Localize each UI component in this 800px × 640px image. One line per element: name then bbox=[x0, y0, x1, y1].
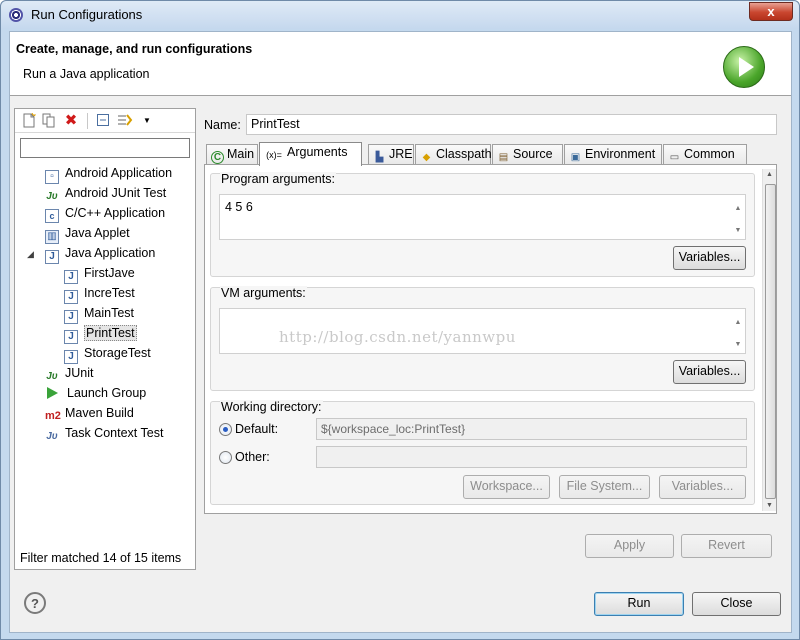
scrollbar-thumb[interactable] bbox=[765, 184, 776, 499]
name-label: Name: bbox=[204, 118, 241, 132]
maven-icon: m2 bbox=[45, 410, 61, 422]
help-icon[interactable]: ? bbox=[24, 592, 46, 614]
scroll-up-icon[interactable]: ▲ bbox=[766, 171, 773, 178]
eclipse-icon bbox=[9, 8, 23, 22]
tab-classpath[interactable]: ◆ Classpath bbox=[415, 144, 492, 165]
window-close-button[interactable]: x bbox=[749, 2, 793, 21]
dialog-header-title: Create, manage, and run configurations bbox=[16, 42, 253, 56]
other-directory-input[interactable] bbox=[316, 446, 747, 468]
tree-item-java-application[interactable]: ◢ J Java Application bbox=[27, 243, 155, 264]
program-arguments-title: Program arguments: bbox=[220, 172, 336, 186]
java-app-icon: J bbox=[45, 250, 59, 264]
configuration-toolbar: ✖ ▼ bbox=[15, 109, 195, 133]
classpath-tab-icon: ◆ bbox=[422, 152, 431, 163]
program-arguments-group: Program arguments: 4 5 6 ▲ ▼ Variables... bbox=[210, 172, 755, 277]
run-button[interactable]: Run bbox=[594, 592, 684, 616]
java-file-icon: J bbox=[64, 330, 78, 344]
scroll-down-icon[interactable]: ▼ bbox=[766, 502, 773, 509]
java-file-icon: J bbox=[64, 310, 78, 324]
tree-item-storagetest[interactable]: J StorageTest bbox=[64, 343, 151, 364]
jre-tab-icon: ▙ bbox=[375, 152, 384, 163]
common-tab-icon: ▭ bbox=[669, 152, 680, 163]
file-system-button[interactable]: File System... bbox=[559, 475, 650, 499]
arguments-tab-content: Program arguments: 4 5 6 ▲ ▼ Variables...… bbox=[204, 164, 777, 514]
applet-icon: ▥ bbox=[45, 230, 59, 244]
filter-input[interactable] bbox=[20, 138, 190, 158]
tab-main[interactable]: C Main bbox=[206, 144, 258, 165]
dialog-body: Create, manage, and run configurations R… bbox=[9, 31, 792, 633]
tree-item-junit[interactable]: Jυ JUnit bbox=[45, 363, 93, 383]
view-menu-chevron-down-icon[interactable]: ▼ bbox=[139, 113, 155, 129]
textarea-scroll-arrows-icon[interactable]: ▲ ▼ bbox=[733, 198, 743, 242]
delete-icon[interactable]: ✖ bbox=[63, 113, 79, 129]
tree-item-android-application[interactable]: ▫ Android Application bbox=[45, 163, 172, 184]
tab-common[interactable]: ▭ Common bbox=[663, 144, 747, 165]
android-app-icon: ▫ bbox=[45, 170, 59, 184]
tree-item-incretest[interactable]: J IncreTest bbox=[64, 283, 135, 304]
workspace-button[interactable]: Workspace... bbox=[463, 475, 550, 499]
textarea-scroll-arrows-icon[interactable]: ▲ ▼ bbox=[733, 312, 743, 356]
task-test-icon: Jυ bbox=[46, 431, 58, 442]
vm-arguments-title: VM arguments: bbox=[220, 286, 307, 300]
tree-item-maintest[interactable]: J MainTest bbox=[64, 303, 134, 324]
expanded-triangle-icon[interactable]: ◢ bbox=[27, 244, 39, 264]
filter-status-text: Filter matched 14 of 15 items bbox=[20, 551, 182, 565]
tab-source[interactable]: ▤ Source bbox=[492, 144, 563, 165]
tree-item-c-application[interactable]: c C/C++ Application bbox=[45, 203, 165, 223]
c-app-icon: c bbox=[45, 209, 59, 223]
other-radio[interactable] bbox=[219, 451, 232, 464]
toolbar-separator bbox=[87, 113, 88, 129]
dialog-header: Create, manage, and run configurations R… bbox=[10, 32, 791, 96]
default-radio[interactable] bbox=[219, 423, 232, 436]
run-configurations-window: Run Configurations x Create, manage, and… bbox=[0, 0, 800, 640]
tab-arguments[interactable]: (x)= Arguments bbox=[259, 142, 362, 166]
main-tab-icon: C bbox=[211, 151, 224, 164]
tab-content-scrollbar[interactable]: ▲ ▼ bbox=[762, 169, 776, 511]
tree-item-maven-build[interactable]: m2 Maven Build bbox=[45, 403, 134, 423]
window-title: Run Configurations bbox=[31, 7, 143, 22]
other-radio-label: Other: bbox=[235, 450, 270, 464]
tree-item-task-context-test[interactable]: Jυ Task Context Test bbox=[45, 423, 163, 443]
tab-environment[interactable]: ▣ Environment bbox=[564, 144, 662, 165]
tree-item-firstjave[interactable]: J FirstJave bbox=[64, 263, 135, 284]
run-icon bbox=[723, 46, 765, 88]
java-file-icon: J bbox=[64, 290, 78, 304]
filter-icon[interactable] bbox=[117, 113, 133, 129]
watermark-text: http://blog.csdn.net/yannwpu bbox=[279, 328, 516, 346]
duplicate-icon[interactable] bbox=[41, 113, 57, 129]
new-config-icon[interactable] bbox=[21, 112, 37, 129]
configuration-list-panel: ✖ ▼ ▫ Android Application Jυ Android JUnit… bbox=[14, 108, 196, 570]
working-directory-title: Working directory: bbox=[220, 400, 323, 414]
program-arguments-input[interactable]: 4 5 6 ▲ ▼ bbox=[219, 194, 746, 240]
source-tab-icon: ▤ bbox=[498, 152, 509, 163]
tab-jre[interactable]: ▙ JRE bbox=[368, 144, 414, 165]
close-button[interactable]: Close bbox=[692, 592, 781, 616]
program-arguments-variables-button[interactable]: Variables... bbox=[673, 246, 746, 270]
collapse-all-icon[interactable] bbox=[95, 113, 111, 129]
tree-item-printtest[interactable]: J PrintTest bbox=[64, 323, 137, 344]
vm-arguments-variables-button[interactable]: Variables... bbox=[673, 360, 746, 384]
arguments-tab-icon: (x)= bbox=[266, 150, 282, 160]
working-directory-variables-button[interactable]: Variables... bbox=[659, 475, 746, 499]
revert-button[interactable]: Revert bbox=[681, 534, 772, 558]
default-radio-label: Default: bbox=[235, 422, 279, 436]
default-directory-field: ${workspace_loc:PrintTest} bbox=[316, 418, 747, 440]
launch-group-icon bbox=[47, 387, 58, 399]
java-file-icon: J bbox=[64, 270, 78, 284]
title-bar: Run Configurations x bbox=[1, 1, 799, 29]
environment-tab-icon: ▣ bbox=[570, 152, 581, 163]
tree-item-launch-group[interactable]: Launch Group bbox=[45, 383, 146, 403]
java-file-icon: J bbox=[64, 350, 78, 364]
apply-button[interactable]: Apply bbox=[585, 534, 674, 558]
configuration-tabs: C Main (x)= Arguments ▙ JRE ◆ Classpath ▤ Sou… bbox=[204, 142, 777, 166]
tree-item-java-applet[interactable]: ▥ Java Applet bbox=[45, 223, 130, 244]
tree-item-android-junit-test[interactable]: Jυ Android JUnit Test bbox=[45, 183, 166, 203]
dialog-header-description: Run a Java application bbox=[23, 67, 150, 81]
working-directory-group: Working directory: Default: ${workspace_… bbox=[210, 400, 755, 505]
configuration-name-input[interactable]: PrintTest bbox=[246, 114, 777, 135]
